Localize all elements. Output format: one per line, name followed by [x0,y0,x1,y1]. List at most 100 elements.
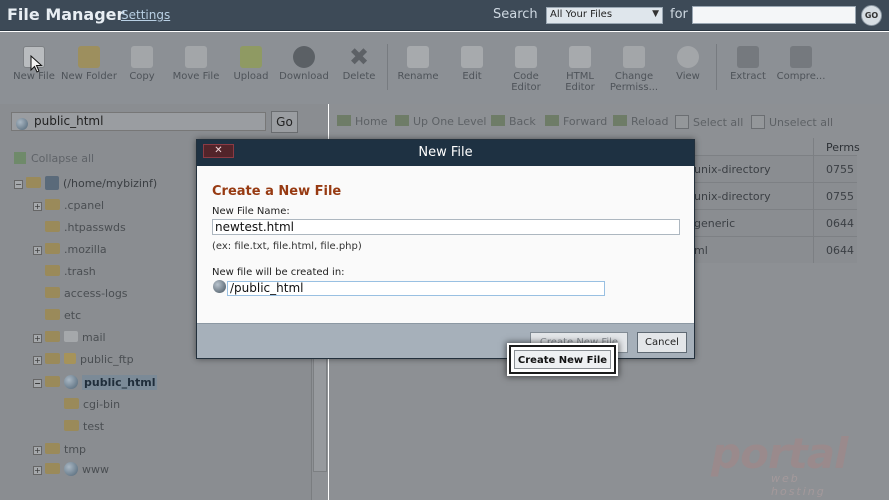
logo-brand: portal [711,429,848,478]
expand-toggle-icon[interactable]: + [33,446,42,455]
tree-item-trash[interactable]: .trash [33,265,96,283]
forward-link[interactable]: Forward [545,115,607,128]
edit-icon [461,46,483,68]
expand-toggle-icon[interactable]: + [33,246,42,255]
view-button[interactable]: View [660,46,716,82]
folder-icon [45,376,60,387]
home-icon [45,176,59,190]
copy-button[interactable]: Copy [114,46,170,82]
compress-icon [790,46,812,68]
forward-arrow-icon [545,115,559,126]
search-go-button[interactable]: GO [861,5,882,26]
up-one-level-link[interactable]: Up One Level [395,115,486,128]
upload-button[interactable]: Upload [223,46,279,82]
app-title: File Manager [7,5,125,24]
path-value: public_html [34,114,104,128]
globe-icon [213,280,226,293]
folder-icon [45,353,60,364]
tree-item-cpanel[interactable]: + .cpanel [33,199,104,217]
back-link[interactable]: Back [491,115,536,128]
search-scope-value: All Your Files [550,9,613,20]
select-all-link[interactable]: Select all [675,115,743,129]
create-new-file-button[interactable]: Create New File [509,345,616,374]
folder-icon [45,243,60,254]
portal-logo: portal web hosting [711,429,857,499]
tree-item-public-html[interactable]: − public_html [33,375,158,393]
collapse-toggle-icon[interactable]: − [14,180,23,189]
file-name-input[interactable]: newtest.html [212,219,680,235]
dialog-titlebar: ✕ New File [197,140,694,166]
folder-icon [45,443,60,454]
edit-button[interactable]: Edit [444,46,500,82]
new-folder-button[interactable]: New Folder [61,46,117,82]
reload-link[interactable]: Reload [613,115,668,128]
code-editor-button[interactable]: Code Editor [498,46,554,93]
folder-icon [26,177,41,188]
settings-link[interactable]: Settings [121,8,170,22]
folder-icon [45,287,60,298]
tree-item-home[interactable]: − (/home/mybizinf) [14,176,157,194]
code-editor-icon [515,46,537,68]
tree-item-mail[interactable]: + mail [33,331,106,349]
path-go-button[interactable]: Go [271,111,298,133]
folder-icon [45,463,60,474]
mail-icon [64,331,78,342]
tree-item-access-logs[interactable]: access-logs [33,287,128,305]
new-file-dialog: ✕ New File Create a New File New File Na… [196,139,695,359]
home-link[interactable]: Home [337,115,387,128]
unselect-all-link[interactable]: Unselect all [751,115,833,129]
change-permissions-button[interactable]: Change Permiss... [606,46,662,93]
upload-icon [240,46,262,68]
toolbar: New File New Folder Copy Move File Uploa… [0,32,889,104]
up-arrow-icon [395,115,409,126]
expand-toggle-icon[interactable]: + [33,202,42,211]
chevron-down-icon: ▼ [652,9,659,19]
globe-icon [64,375,78,389]
permissions-icon [623,46,645,68]
folder-icon [45,265,60,276]
move-file-button[interactable]: Move File [168,46,224,82]
compress-button[interactable]: Compre... [773,46,829,82]
expand-toggle-icon[interactable]: + [33,356,42,365]
tree-item-www[interactable]: + www [33,462,109,480]
toolbar-divider [716,44,717,90]
collapse-toggle-icon[interactable]: − [33,379,42,388]
extract-button[interactable]: Extract [720,46,776,82]
globe-icon [16,116,32,130]
file-name-hint: (ex: file.txt, file.html, file.php) [212,241,362,252]
close-button[interactable]: ✕ [203,144,234,158]
directory-input[interactable]: /public_html [227,281,605,296]
html-editor-icon [569,46,591,68]
extract-icon [737,46,759,68]
html-editor-button[interactable]: HTML Editor [552,46,608,93]
download-button[interactable]: Download [276,46,332,82]
tree-item-etc[interactable]: etc [33,309,81,327]
globe-icon [64,462,78,476]
expand-toggle-icon[interactable]: + [33,466,42,475]
checkbox-checked-icon [675,115,689,129]
tree-item-mozilla[interactable]: + .mozilla [33,243,107,261]
delete-button[interactable]: ✖ Delete [331,43,387,82]
search-scope-select[interactable]: All Your Files ▼ [546,7,663,24]
dialog-footer: Create New File Cancel [197,323,694,358]
reload-icon [613,115,627,126]
expand-toggle-icon[interactable]: + [33,334,42,343]
tree-item-public-ftp[interactable]: + public_ftp [33,353,134,371]
search-input[interactable] [692,6,856,24]
perms-column-header[interactable]: Perms [826,141,860,154]
collapse-all-link[interactable]: Collapse all [14,152,94,165]
view-icon [677,46,699,68]
cancel-button[interactable]: Cancel [637,332,687,353]
back-arrow-icon [491,115,505,126]
delete-icon: ✖ [348,43,370,71]
new-folder-icon [78,46,100,68]
tree-item-test[interactable]: test [52,420,104,438]
folder-icon [45,199,60,210]
tree-item-cgi-bin[interactable]: cgi-bin [52,398,120,416]
tree-item-htpasswds[interactable]: .htpasswds [33,221,126,239]
ftp-icon [64,353,76,364]
path-input[interactable]: public_html [11,112,266,131]
rename-button[interactable]: Rename [390,46,446,82]
home-icon [337,115,351,126]
tree-item-tmp[interactable]: + tmp [33,443,86,461]
